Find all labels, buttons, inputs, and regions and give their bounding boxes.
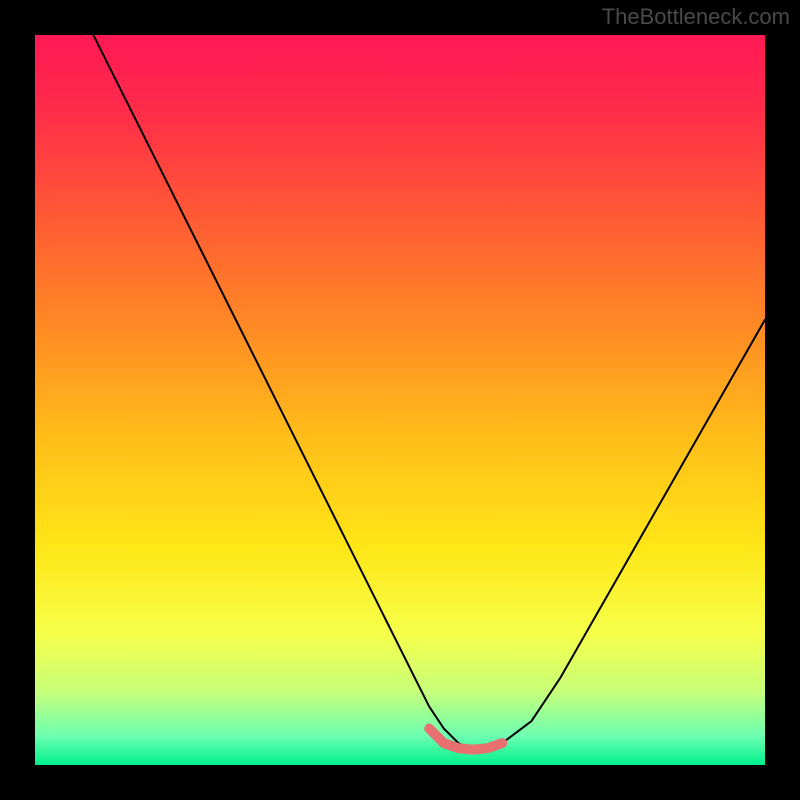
chart-svg (35, 35, 765, 765)
watermark-text: TheBottleneck.com (602, 4, 790, 30)
chart-frame: TheBottleneck.com (0, 0, 800, 800)
plot-area (35, 35, 765, 765)
gradient-background (35, 35, 765, 765)
